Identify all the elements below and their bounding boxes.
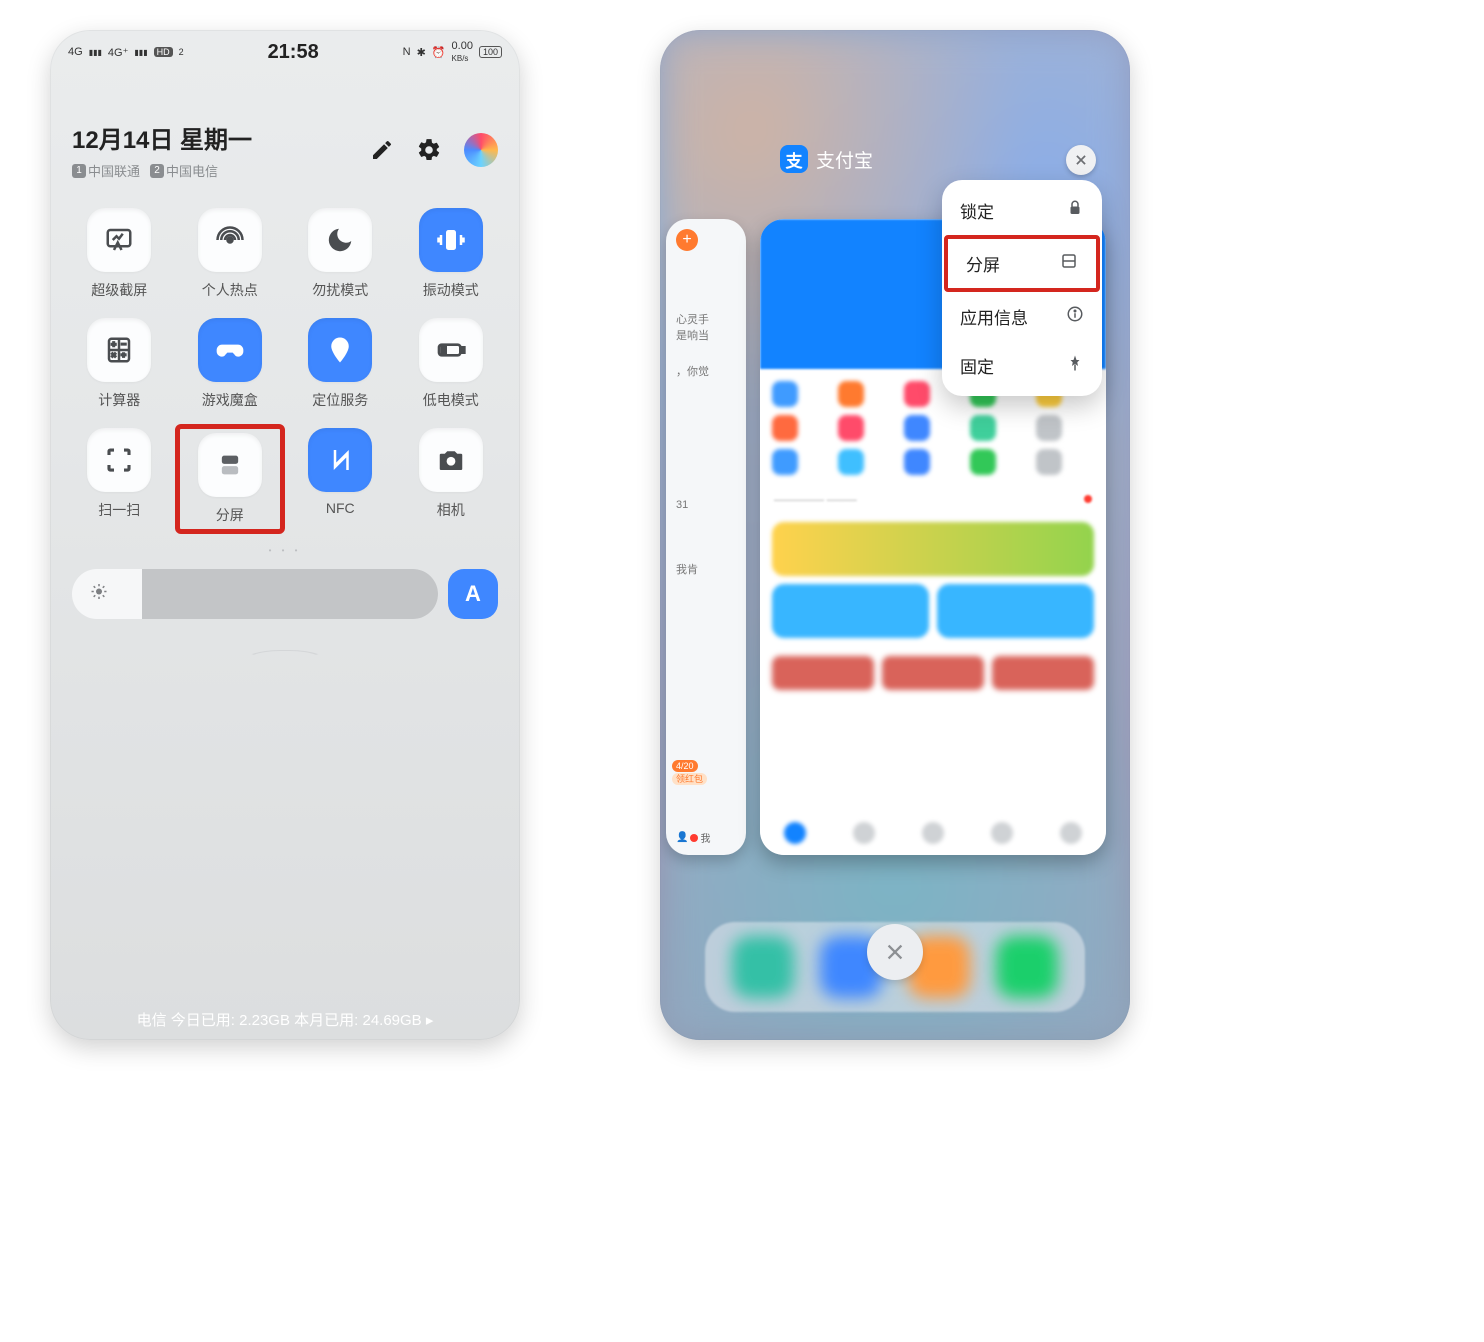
qs-nfc-label: NFC [326, 500, 355, 516]
qs-nfc-toggle[interactable] [308, 428, 372, 492]
data-usage-footer: 电信 今日已用: 2.23GB 本月已用: 24.69GB ▸ [50, 1009, 520, 1030]
ctx-split[interactable]: 分屏 [944, 235, 1100, 292]
qs-game-box-toggle[interactable] [198, 318, 262, 382]
qs-calculator-toggle[interactable]: +−× ÷ [87, 318, 151, 382]
qs-location-label: 定位服务 [312, 390, 368, 410]
clock: 21:58 [268, 41, 319, 64]
ctx-app-info[interactable]: 应用信息 [942, 292, 1102, 341]
bluetooth-icon: ✱ [417, 46, 426, 59]
ctx-lock[interactable]: 锁定 [942, 186, 1102, 235]
phone-recents: 支 支付宝 + 心灵手 是响当 ，你觉 31 我肯 4/20 领红包 👤 我 [660, 30, 1130, 1040]
gear-icon[interactable] [416, 137, 442, 163]
qs-location-toggle[interactable] [308, 318, 372, 382]
brightness-icon [90, 583, 108, 606]
qs-hotspot-toggle[interactable] [198, 208, 262, 272]
svg-text:×: × [112, 351, 116, 360]
control-center-header: 12月14日 星期一 1中国联通 2中国电信 [50, 70, 520, 186]
info-icon [1066, 305, 1084, 328]
qs-super-screenshot-toggle[interactable] [87, 208, 151, 272]
qs-camera-toggle[interactable] [419, 428, 483, 492]
svg-text:−: − [122, 339, 127, 348]
person-icon: 👤 [676, 832, 688, 843]
qs-low-power-toggle[interactable] [419, 318, 483, 382]
pull-indicator [240, 650, 330, 664]
brightness-slider[interactable] [72, 569, 438, 619]
qs-scan-label: 扫一扫 [98, 500, 140, 520]
alipay-icon: 支 [780, 145, 808, 173]
qs-dnd-label: 勿扰模式 [312, 280, 368, 300]
card-close-button[interactable] [1066, 145, 1096, 175]
plus-icon: + [676, 229, 698, 251]
qs-vibrate-toggle[interactable] [419, 208, 483, 272]
signal-2: 4G⁺ [108, 46, 128, 59]
qs-vibrate-label: 振动模式 [423, 280, 479, 300]
quick-settings-grid: 超级截屏 个人热点 勿扰模式 振动模式 +−× ÷ 计算器 游戏魔盒 定位服务 低电模式扫一扫 分屏… [50, 186, 520, 540]
pin-icon [1066, 354, 1084, 377]
pager-dots: • • • [50, 540, 520, 569]
svg-text:÷: ÷ [122, 351, 126, 360]
recents-card-background[interactable]: + 心灵手 是响当 ，你觉 31 我肯 4/20 领红包 👤 我 [666, 219, 746, 855]
edit-icon[interactable] [370, 138, 394, 162]
qs-camera-label: 相机 [437, 500, 465, 520]
qs-low-power-label: 低电模式 [423, 390, 479, 410]
svg-text:+: + [112, 339, 117, 348]
qs-hotspot-label: 个人热点 [202, 280, 258, 300]
recents-app-title[interactable]: 支 支付宝 [780, 145, 873, 173]
jovi-assistant-icon[interactable] [464, 133, 498, 167]
qs-super-screenshot-label: 超级截屏 [91, 280, 147, 300]
signal-1: 4G [68, 46, 83, 58]
phone-control-center: 4G ▮▮▮ 4G⁺ ▮▮▮ HD 2 21:58 N ✱ ⏰ 0.00KB/s… [50, 30, 520, 1040]
date-text: 12月14日 星期一 [72, 120, 252, 155]
alarm-icon: ⏰ [432, 46, 446, 59]
lock-icon [1066, 199, 1084, 222]
split-icon [1060, 252, 1078, 275]
status-bar: 4G ▮▮▮ 4G⁺ ▮▮▮ HD 2 21:58 N ✱ ⏰ 0.00KB/s… [50, 30, 520, 70]
qs-split-screen-label: 分屏 [216, 505, 244, 525]
qs-game-box-label: 游戏魔盒 [202, 390, 258, 410]
n-icon: N [403, 46, 411, 58]
qs-calculator-label: 计算器 [98, 390, 140, 410]
ctx-pin[interactable]: 固定 [942, 341, 1102, 390]
auto-brightness-toggle[interactable]: A [448, 569, 498, 619]
close-all-button[interactable] [867, 924, 923, 980]
qs-dnd-toggle[interactable] [308, 208, 372, 272]
net-speed: 0.00KB/s [452, 40, 473, 64]
hd-badge: HD [154, 47, 173, 57]
qs-scan-toggle[interactable] [87, 428, 151, 492]
carriers: 1中国联通 2中国电信 [72, 161, 252, 180]
qs-split-screen-toggle[interactable] [198, 433, 262, 497]
recents-context-menu: 锁定分屏应用信息固定 [942, 180, 1102, 396]
battery-icon: 100 [479, 46, 502, 58]
